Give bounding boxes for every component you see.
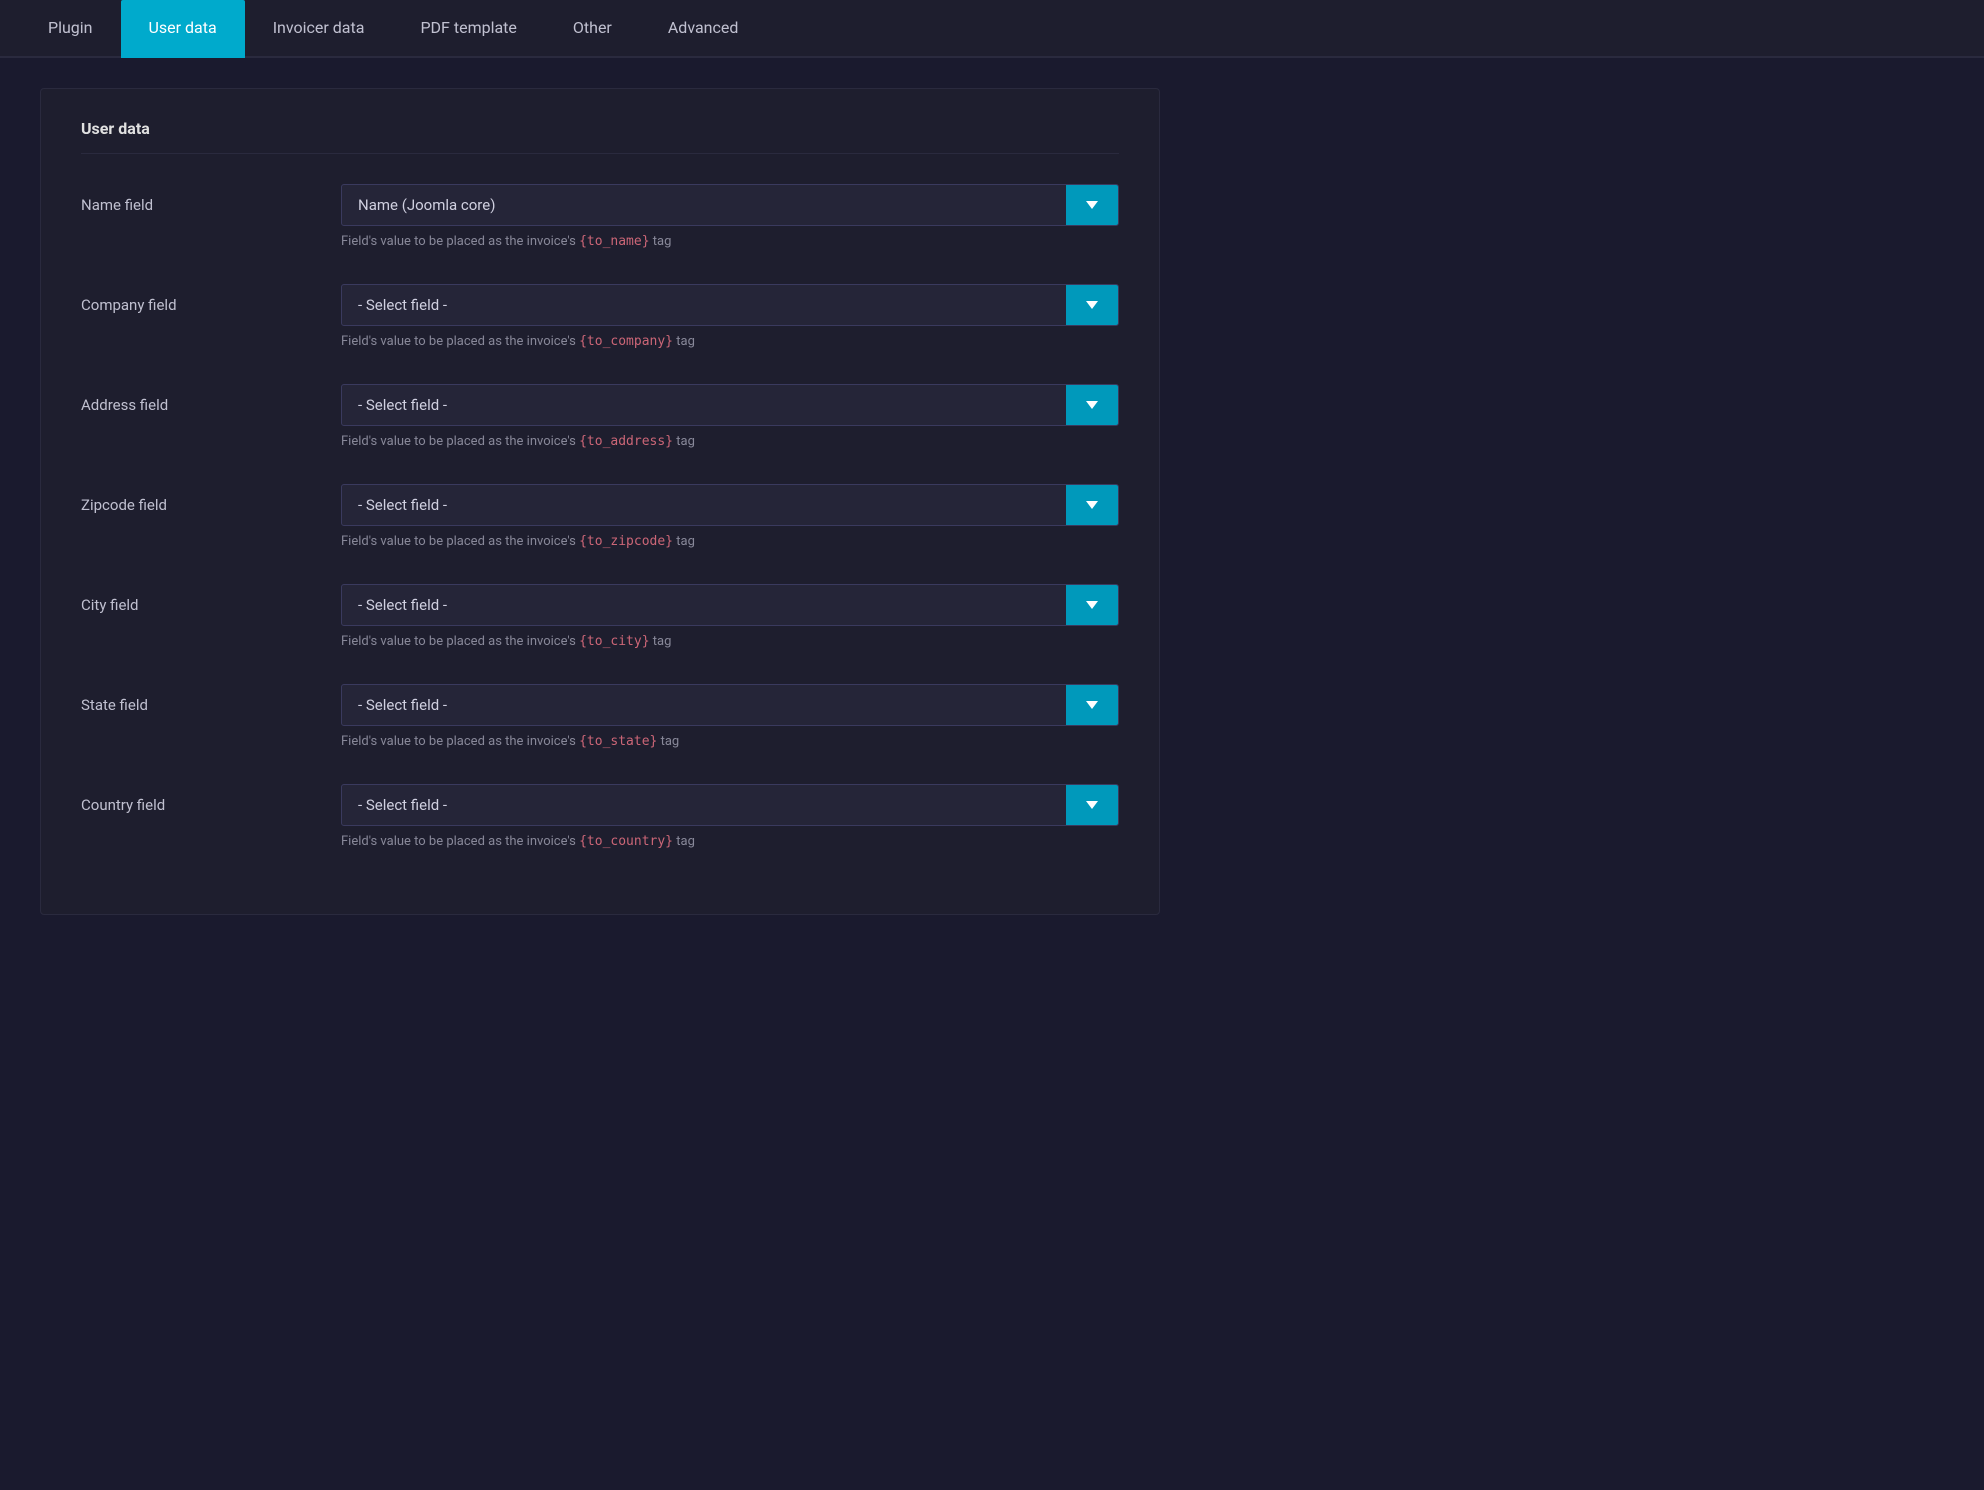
select-wrapper-0[interactable]: Name (Joomla core) xyxy=(341,184,1119,226)
field-hint-0: Field's value to be placed as the invoic… xyxy=(341,234,1119,249)
chevron-down-icon xyxy=(1086,601,1098,609)
select-dropdown-btn-0[interactable] xyxy=(1066,185,1118,225)
select-wrapper-4[interactable]: - Select field - xyxy=(341,584,1119,626)
select-wrapper-3[interactable]: - Select field - xyxy=(341,484,1119,526)
chevron-down-icon xyxy=(1086,401,1098,409)
field-hint-4: Field's value to be placed as the invoic… xyxy=(341,634,1119,649)
section-title: User data xyxy=(81,119,1119,154)
tag-highlight-0: {to_name} xyxy=(579,234,649,249)
tag-highlight-2: {to_address} xyxy=(579,434,673,449)
select-dropdown-btn-1[interactable] xyxy=(1066,285,1118,325)
form-row-5: State field- Select field - Field's value… xyxy=(81,684,1119,749)
select-display-3[interactable]: - Select field - xyxy=(342,485,1066,525)
chevron-down-icon xyxy=(1086,301,1098,309)
field-label-4: City field xyxy=(81,584,341,614)
tabs-bar: PluginUser dataInvoicer dataPDF template… xyxy=(0,0,1984,58)
tag-highlight-6: {to_country} xyxy=(579,834,673,849)
field-hint-3: Field's value to be placed as the invoic… xyxy=(341,534,1119,549)
form-row-1: Company field- Select field - Field's val… xyxy=(81,284,1119,349)
chevron-down-icon xyxy=(1086,501,1098,509)
select-wrapper-1[interactable]: - Select field - xyxy=(341,284,1119,326)
tab-other[interactable]: Other xyxy=(545,0,640,58)
select-dropdown-btn-2[interactable] xyxy=(1066,385,1118,425)
select-dropdown-btn-5[interactable] xyxy=(1066,685,1118,725)
field-label-2: Address field xyxy=(81,384,341,414)
tag-highlight-4: {to_city} xyxy=(579,634,649,649)
form-row-6: Country field- Select field - Field's val… xyxy=(81,784,1119,849)
field-label-1: Company field xyxy=(81,284,341,314)
select-wrapper-6[interactable]: - Select field - xyxy=(341,784,1119,826)
form-row-2: Address field- Select field - Field's val… xyxy=(81,384,1119,449)
field-label-0: Name field xyxy=(81,184,341,214)
select-display-6[interactable]: - Select field - xyxy=(342,785,1066,825)
select-dropdown-btn-3[interactable] xyxy=(1066,485,1118,525)
tab-invoicer-data[interactable]: Invoicer data xyxy=(245,0,393,58)
tab-user-data[interactable]: User data xyxy=(121,0,245,58)
field-control-5: - Select field - Field's value to be plac… xyxy=(341,684,1119,749)
tag-highlight-5: {to_state} xyxy=(579,734,657,749)
tag-highlight-3: {to_zipcode} xyxy=(579,534,673,549)
select-dropdown-btn-6[interactable] xyxy=(1066,785,1118,825)
field-control-1: - Select field - Field's value to be plac… xyxy=(341,284,1119,349)
field-hint-2: Field's value to be placed as the invoic… xyxy=(341,434,1119,449)
field-hint-5: Field's value to be placed as the invoic… xyxy=(341,734,1119,749)
chevron-down-icon xyxy=(1086,201,1098,209)
field-label-5: State field xyxy=(81,684,341,714)
form-row-0: Name fieldName (Joomla core) Field's valu… xyxy=(81,184,1119,249)
tab-plugin[interactable]: Plugin xyxy=(20,0,121,58)
select-display-4[interactable]: - Select field - xyxy=(342,585,1066,625)
select-display-1[interactable]: - Select field - xyxy=(342,285,1066,325)
field-control-3: - Select field - Field's value to be plac… xyxy=(341,484,1119,549)
select-wrapper-2[interactable]: - Select field - xyxy=(341,384,1119,426)
field-control-2: - Select field - Field's value to be plac… xyxy=(341,384,1119,449)
tag-highlight-1: {to_company} xyxy=(579,334,673,349)
field-control-4: - Select field - Field's value to be plac… xyxy=(341,584,1119,649)
select-display-5[interactable]: - Select field - xyxy=(342,685,1066,725)
field-label-3: Zipcode field xyxy=(81,484,341,514)
select-dropdown-btn-4[interactable] xyxy=(1066,585,1118,625)
tab-pdf-template[interactable]: PDF template xyxy=(392,0,544,58)
field-control-0: Name (Joomla core) Field's value to be pl… xyxy=(341,184,1119,249)
form-row-4: City field- Select field - Field's value … xyxy=(81,584,1119,649)
select-wrapper-5[interactable]: - Select field - xyxy=(341,684,1119,726)
form-row-3: Zipcode field- Select field - Field's val… xyxy=(81,484,1119,549)
select-display-0[interactable]: Name (Joomla core) xyxy=(342,185,1066,225)
field-label-6: Country field xyxy=(81,784,341,814)
fields-container: Name fieldName (Joomla core) Field's valu… xyxy=(81,184,1119,849)
chevron-down-icon xyxy=(1086,801,1098,809)
select-display-2[interactable]: - Select field - xyxy=(342,385,1066,425)
section-card: User data Name fieldName (Joomla core) Fi… xyxy=(40,88,1160,915)
chevron-down-icon xyxy=(1086,701,1098,709)
field-hint-6: Field's value to be placed as the invoic… xyxy=(341,834,1119,849)
field-control-6: - Select field - Field's value to be plac… xyxy=(341,784,1119,849)
tab-advanced[interactable]: Advanced xyxy=(640,0,767,58)
field-hint-1: Field's value to be placed as the invoic… xyxy=(341,334,1119,349)
